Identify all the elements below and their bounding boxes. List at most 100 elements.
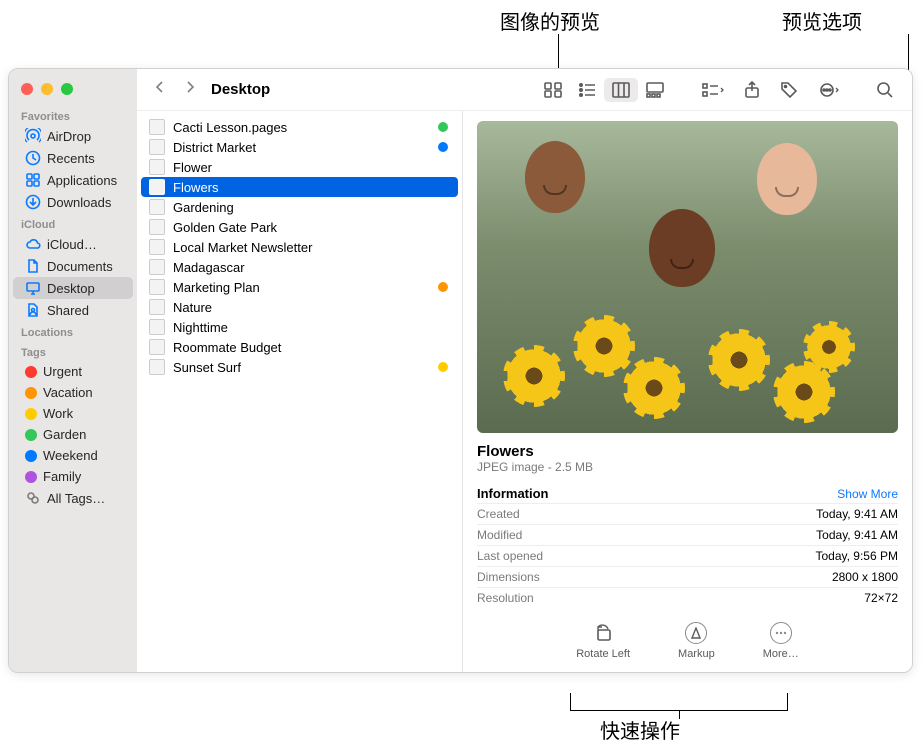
sidebar-item-label: Documents (47, 259, 113, 274)
airdrop-icon (25, 128, 41, 144)
file-name: Madagascar (173, 260, 245, 275)
forward-button[interactable] (177, 76, 203, 103)
file-name: Golden Gate Park (173, 220, 277, 235)
file-row[interactable]: Cacti Lesson.pages (141, 117, 458, 137)
list-view-button[interactable] (570, 78, 604, 102)
file-row[interactable]: Golden Gate Park (141, 217, 458, 237)
file-row[interactable]: Madagascar (141, 257, 458, 277)
tags-button[interactable] (772, 77, 806, 103)
sidebar-item-shared[interactable]: Shared (13, 299, 133, 321)
file-row[interactable]: Nighttime (141, 317, 458, 337)
file-icon (149, 279, 165, 295)
info-value: Today, 9:41 AM (816, 528, 898, 542)
zoom-window-button[interactable] (61, 83, 73, 95)
sidebar-item-label: Urgent (43, 364, 82, 379)
sidebar-item-recents[interactable]: Recents (13, 147, 133, 169)
info-value: Today, 9:41 AM (816, 507, 898, 521)
file-icon (149, 119, 165, 135)
markup-button[interactable]: Markup (678, 622, 715, 660)
info-row: Created Today, 9:41 AM (477, 503, 898, 524)
show-more-link[interactable]: Show More (837, 487, 898, 501)
all-tags-icon (25, 490, 41, 506)
share-button[interactable] (736, 77, 768, 103)
file-row[interactable]: Gardening (141, 197, 458, 217)
column-view-button[interactable] (604, 78, 638, 102)
sidebar-head-icloud: iCloud (9, 213, 137, 233)
tag-dot-icon (25, 408, 37, 420)
sidebar-item-documents[interactable]: Documents (13, 255, 133, 277)
main-area: Desktop Cacti Lesson.pages District Ma (137, 69, 912, 672)
file-row[interactable]: Local Market Newsletter (141, 237, 458, 257)
sidebar-tag-work[interactable]: Work (13, 403, 133, 424)
file-row[interactable]: District Market (141, 137, 458, 157)
file-row[interactable]: Flower (141, 157, 458, 177)
tag-dot-icon (25, 387, 37, 399)
sidebar-tag-garden[interactable]: Garden (13, 424, 133, 445)
tag-dot-icon (25, 471, 37, 483)
content-area: Cacti Lesson.pages District Market Flowe… (137, 111, 912, 672)
file-row[interactable]: Sunset Surf (141, 357, 458, 377)
sidebar-tag-alltags[interactable]: All Tags… (13, 487, 133, 509)
file-tag-dot (438, 362, 448, 372)
callout-preview: 图像的预览 (500, 6, 600, 35)
more-label: More… (763, 648, 799, 660)
gallery-view-button[interactable] (638, 78, 672, 102)
icon-view-button[interactable] (536, 78, 570, 102)
sidebar-item-label: Desktop (47, 281, 95, 296)
preview-subtitle: JPEG image - 2.5 MB (477, 460, 898, 474)
file-name: Nighttime (173, 320, 228, 335)
file-list: Cacti Lesson.pages District Market Flowe… (137, 111, 462, 672)
sidebar-tag-family[interactable]: Family (13, 466, 133, 487)
sidebar-item-label: Shared (47, 303, 89, 318)
sidebar-tag-urgent[interactable]: Urgent (13, 361, 133, 382)
info-row: Modified Today, 9:41 AM (477, 524, 898, 545)
file-row[interactable]: Flowers (141, 177, 458, 197)
sidebar: Favorites AirDrop Recents Applications D… (9, 69, 137, 672)
file-row[interactable]: Nature (141, 297, 458, 317)
back-button[interactable] (147, 76, 173, 103)
file-name: Roommate Budget (173, 340, 281, 355)
file-name: Flower (173, 160, 212, 175)
cloud-icon (25, 236, 41, 252)
minimize-window-button[interactable] (41, 83, 53, 95)
sidebar-item-airdrop[interactable]: AirDrop (13, 125, 133, 147)
rotate-left-button[interactable]: Rotate Left (576, 622, 630, 660)
view-switcher (536, 78, 672, 102)
sidebar-item-downloads[interactable]: Downloads (13, 191, 133, 213)
file-row[interactable]: Roommate Budget (141, 337, 458, 357)
file-name: Local Market Newsletter (173, 240, 312, 255)
action-button[interactable] (810, 78, 850, 102)
clock-icon (25, 150, 41, 166)
callout-line (558, 34, 559, 68)
window-title: Desktop (211, 81, 270, 98)
callout-bracket (570, 693, 788, 711)
info-key: Created (477, 507, 520, 521)
callout-options: 预览选项 (782, 6, 862, 35)
file-icon (149, 219, 165, 235)
sidebar-head-tags: Tags (9, 341, 137, 361)
sidebar-item-label: Vacation (43, 385, 93, 400)
search-button[interactable] (868, 77, 902, 103)
sidebar-item-applications[interactable]: Applications (13, 169, 133, 191)
file-name: Flowers (173, 180, 219, 195)
callout-quick-actions: 快速操作 (600, 715, 680, 744)
tag-dot-icon (25, 366, 37, 378)
sidebar-item-label: Family (43, 469, 81, 484)
file-name: Marketing Plan (173, 280, 260, 295)
sidebar-tag-vacation[interactable]: Vacation (13, 382, 133, 403)
file-name: Cacti Lesson.pages (173, 120, 287, 135)
sidebar-item-desktop[interactable]: Desktop (13, 277, 133, 299)
sidebar-tag-weekend[interactable]: Weekend (13, 445, 133, 466)
info-key: Dimensions (477, 570, 540, 584)
close-window-button[interactable] (21, 83, 33, 95)
file-icon (149, 199, 165, 215)
file-icon (149, 319, 165, 335)
file-row[interactable]: Marketing Plan (141, 277, 458, 297)
apps-icon (25, 172, 41, 188)
sidebar-item-icloud[interactable]: iCloud… (13, 233, 133, 255)
group-button[interactable] (694, 78, 732, 102)
sidebar-item-label: Downloads (47, 195, 111, 210)
preview-image (477, 121, 898, 433)
more-actions-button[interactable]: More… (763, 622, 799, 660)
quick-actions: Rotate Left Markup More… (477, 622, 898, 660)
